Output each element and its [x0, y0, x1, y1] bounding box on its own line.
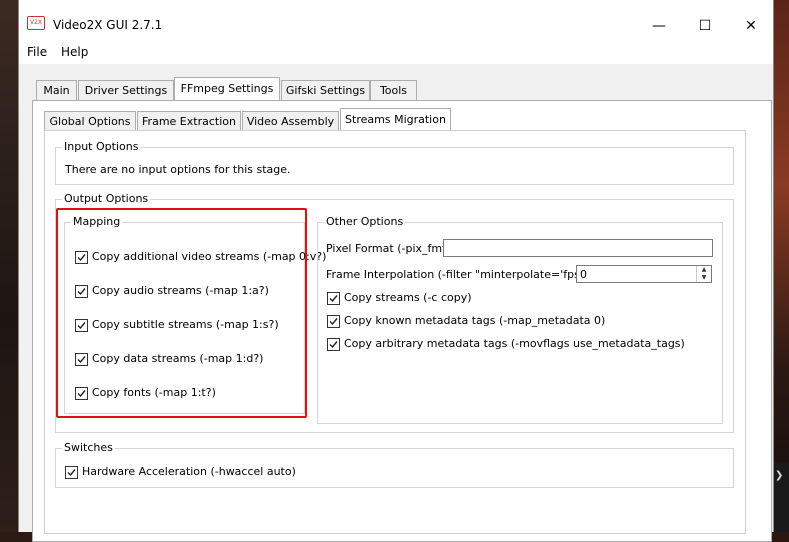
copy-streams-label: Copy streams (-c copy) [344, 291, 472, 304]
close-button[interactable]: ✕ [728, 12, 774, 40]
frame-interpolation-value[interactable]: 0 [580, 268, 587, 281]
checkbox-checked-icon[interactable] [327, 338, 340, 351]
subtab-streams-migration[interactable]: Streams Migration [340, 108, 451, 131]
spin-buttons: ▲ ▼ [696, 266, 711, 282]
app-logo-icon: V2X [27, 16, 45, 30]
copy-known-metadata-label: Copy known metadata tags (-map_metadata … [344, 314, 606, 327]
checkbox-checked-icon[interactable] [327, 315, 340, 328]
tab-driver-settings[interactable]: Driver Settings [78, 80, 174, 100]
spin-up-icon[interactable]: ▲ [697, 266, 711, 274]
spin-down-icon[interactable]: ▼ [697, 274, 711, 282]
menu-file[interactable]: File [27, 45, 47, 59]
output-options-title: Output Options [62, 192, 151, 205]
checkbox-checked-icon[interactable] [65, 466, 78, 479]
minimize-button[interactable]: — [636, 12, 682, 40]
window-title: Video2X GUI 2.7.1 [53, 18, 163, 32]
copy-arbitrary-metadata-label: Copy arbitrary metadata tags (-movflags … [344, 337, 685, 350]
chevron-right-icon[interactable]: ❯ [775, 470, 783, 481]
subtab-global-options[interactable]: Global Options [44, 111, 136, 131]
maximize-button[interactable]: ☐ [682, 12, 728, 40]
frame-interpolation-label: Frame Interpolation (-filter "minterpola… [326, 268, 609, 281]
input-options-group: Input Options There are no input options… [55, 140, 734, 185]
tab-tools[interactable]: Tools [370, 80, 417, 100]
desktop-background-left [0, 0, 18, 532]
tab-main[interactable]: Main [36, 80, 77, 100]
frame-interpolation-spinbox[interactable]: 0 ▲ ▼ [576, 265, 712, 283]
input-options-text: There are no input options for this stag… [65, 163, 291, 176]
desktop-background-right: ❯ [772, 0, 789, 532]
tab-gifski-settings[interactable]: Gifski Settings [281, 80, 370, 100]
menu-bar: File Help [19, 40, 773, 64]
subtab-frame-extraction[interactable]: Frame Extraction [137, 111, 241, 131]
input-options-title: Input Options [62, 140, 141, 153]
tab-ffmpeg-settings[interactable]: FFmpeg Settings [174, 77, 280, 101]
checkbox-checked-icon[interactable] [327, 292, 340, 305]
highlight-annotation-box [56, 208, 307, 418]
other-options-title: Other Options [324, 215, 406, 228]
hardware-acceleration-label: Hardware Acceleration (-hwaccel auto) [82, 465, 296, 478]
subtab-video-assembly[interactable]: Video Assembly [242, 111, 339, 131]
menu-help[interactable]: Help [61, 45, 88, 59]
pixel-format-input[interactable] [443, 239, 713, 257]
pixel-format-label: Pixel Format (-pix_fmt) [326, 242, 451, 255]
title-bar[interactable]: V2X Video2X GUI 2.7.1 — ☐ ✕ [19, 0, 773, 40]
switches-title: Switches [62, 441, 115, 454]
